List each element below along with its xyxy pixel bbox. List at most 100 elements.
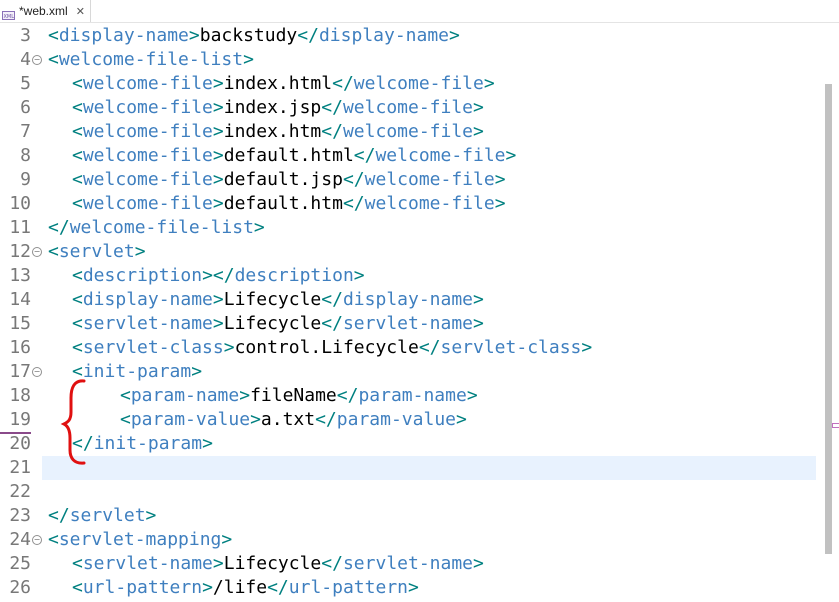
xml-tag-name: welcome-file [364, 193, 495, 214]
code-line[interactable]: 4− <welcome-file-list> [0, 48, 839, 72]
fold-collapse-icon[interactable]: − [32, 55, 42, 65]
line-number: 24 [9, 529, 31, 550]
code-line[interactable]: 8 <welcome-file>default.html</welcome-fil… [0, 144, 839, 168]
code-line[interactable]: 23 </servlet> [0, 504, 839, 528]
xml-bracket: > [212, 313, 224, 334]
code-line[interactable]: 20 </init-param> [0, 432, 839, 456]
code-line[interactable]: 14 <display-name>Lifecycle</display-name> [0, 288, 839, 312]
xml-bracket: < [72, 553, 83, 574]
overview-ruler-marker [832, 423, 839, 428]
xml-text-value: Lifecycle [223, 289, 322, 310]
xml-tag-name: servlet-class [82, 337, 224, 358]
xml-bracket: </ [321, 121, 343, 142]
code-line[interactable]: 3 <display-name>backstudy</display-name> [0, 24, 839, 48]
fold-collapse-icon[interactable]: − [32, 367, 42, 377]
line-number: 18 [9, 385, 31, 406]
code-line[interactable]: 7 <welcome-file>index.htm</welcome-file> [0, 120, 839, 144]
code-line[interactable]: 11 </welcome-file-list> [0, 216, 839, 240]
code-text: <welcome-file>default.jsp</welcome-file> [72, 168, 506, 192]
xml-bracket: </ [321, 553, 343, 574]
xml-bracket: > [408, 577, 419, 598]
xml-bracket: > [473, 289, 484, 310]
xml-bracket: > [456, 409, 467, 430]
xml-bracket: < [72, 145, 83, 166]
xml-bracket: < [72, 337, 83, 358]
xml-text-value: default.html [223, 145, 354, 166]
xml-text-value: /life [212, 577, 268, 598]
line-number: 14 [9, 289, 31, 310]
vertical-scrollbar-thumb[interactable] [825, 84, 832, 554]
code-line[interactable]: 12− <servlet> [0, 240, 839, 264]
xml-tag-name: servlet-class [440, 337, 582, 358]
code-line[interactable]: 24− <servlet-mapping> [0, 528, 839, 552]
xml-tag-name: welcome-file [375, 145, 506, 166]
code-line[interactable]: 5 <welcome-file>index.html</welcome-file> [0, 72, 839, 96]
xml-bracket: < [72, 313, 83, 334]
xml-bracket: > [212, 169, 224, 190]
xml-bracket: > [243, 49, 254, 70]
xml-bracket: </ [315, 409, 337, 430]
xml-bracket: > [212, 193, 224, 214]
code-line[interactable]: 25 <servlet-name>Lifecycle</servlet-name> [0, 552, 839, 576]
xml-bracket: > [191, 361, 203, 382]
code-line[interactable]: 6 <welcome-file>index.jsp</welcome-file> [0, 96, 839, 120]
xml-text-value: Lifecycle [223, 313, 322, 334]
fold-collapse-icon[interactable]: − [32, 535, 42, 545]
xml-tag-name: welcome-file [82, 121, 213, 142]
tab-title: *web.xml [19, 4, 68, 18]
code-line[interactable]: 19 <param-value>a.txt</param-value> [0, 408, 839, 434]
xml-tag-name: welcome-file [342, 97, 474, 118]
xml-bracket: < [72, 121, 83, 142]
xml-tag-name: servlet-name [342, 553, 474, 574]
xml-tag-name: servlet-name [82, 553, 213, 574]
xml-bracket: > [250, 409, 261, 430]
code-line[interactable]: 15 <servlet-name>Lifecycle</servlet-name> [0, 312, 839, 336]
xml-bracket: < [72, 73, 83, 94]
xml-tag-name: url-pattern [82, 577, 203, 598]
line-number: 7 [20, 121, 31, 142]
xml-bracket: </ [332, 73, 354, 94]
code-text: <servlet> [48, 240, 146, 264]
code-line[interactable]: 16 <servlet-class>control.Lifecycle</serv… [0, 336, 839, 360]
line-number: 19 [0, 408, 31, 434]
line-number: 5 [20, 73, 31, 94]
fold-collapse-icon[interactable]: − [32, 247, 42, 257]
code-line[interactable]: 17− <init-param> [0, 360, 839, 384]
code-text: <display-name>Lifecycle</display-name> [72, 288, 484, 312]
code-line[interactable]: 10 <welcome-file>default.htm</welcome-fil… [0, 192, 839, 216]
close-icon[interactable]: ✕ [76, 5, 85, 18]
code-line[interactable]: 9 <welcome-file>default.jsp</welcome-file… [0, 168, 839, 192]
xml-bracket: > [466, 385, 478, 406]
xml-bracket: > [188, 25, 200, 46]
xml-tag-name: welcome-file [82, 145, 213, 166]
xml-bracket: > [212, 289, 224, 310]
xml-bracket: </ [267, 577, 289, 598]
xml-bracket: > [473, 121, 484, 142]
xml-tag-name: welcome-file-list [69, 217, 254, 238]
xml-tag-name: param-value [336, 409, 456, 430]
code-line[interactable]: 18 <param-name>fileName</param-name> [0, 384, 839, 408]
code-line[interactable]: 26 <url-pattern>/life</url-pattern> [0, 576, 839, 600]
line-number: 15 [9, 313, 31, 334]
code-text: <servlet-mapping> [48, 528, 232, 552]
xml-bracket: > [212, 121, 224, 142]
xml-bracket: > [494, 193, 506, 214]
xml-text-value: index.html [223, 73, 333, 94]
xml-text-value: default.htm [223, 193, 343, 214]
xml-tag-name: servlet [58, 241, 135, 262]
code-line[interactable]: 22 [0, 480, 839, 504]
code-line[interactable]: 13 <description></description> [0, 264, 839, 288]
xml-tag-name: init-param [93, 433, 203, 454]
xml-bracket: > [202, 577, 213, 598]
line-number: 6 [20, 97, 31, 118]
xml-bracket: > [483, 73, 495, 94]
code-line[interactable]: 21 [0, 456, 839, 480]
line-number: 11 [9, 217, 31, 238]
tab-web-xml[interactable]: XML *web.xml ✕ [0, 0, 91, 22]
code-editor[interactable]: 3 <display-name>backstudy</display-name> 4… [0, 24, 839, 602]
xml-bracket: > [145, 505, 157, 526]
xml-bracket: < [48, 241, 59, 262]
line-number: 20 [9, 433, 31, 454]
xml-tag-name: param-name [130, 385, 240, 406]
xml-text-value: index.jsp [223, 97, 322, 118]
